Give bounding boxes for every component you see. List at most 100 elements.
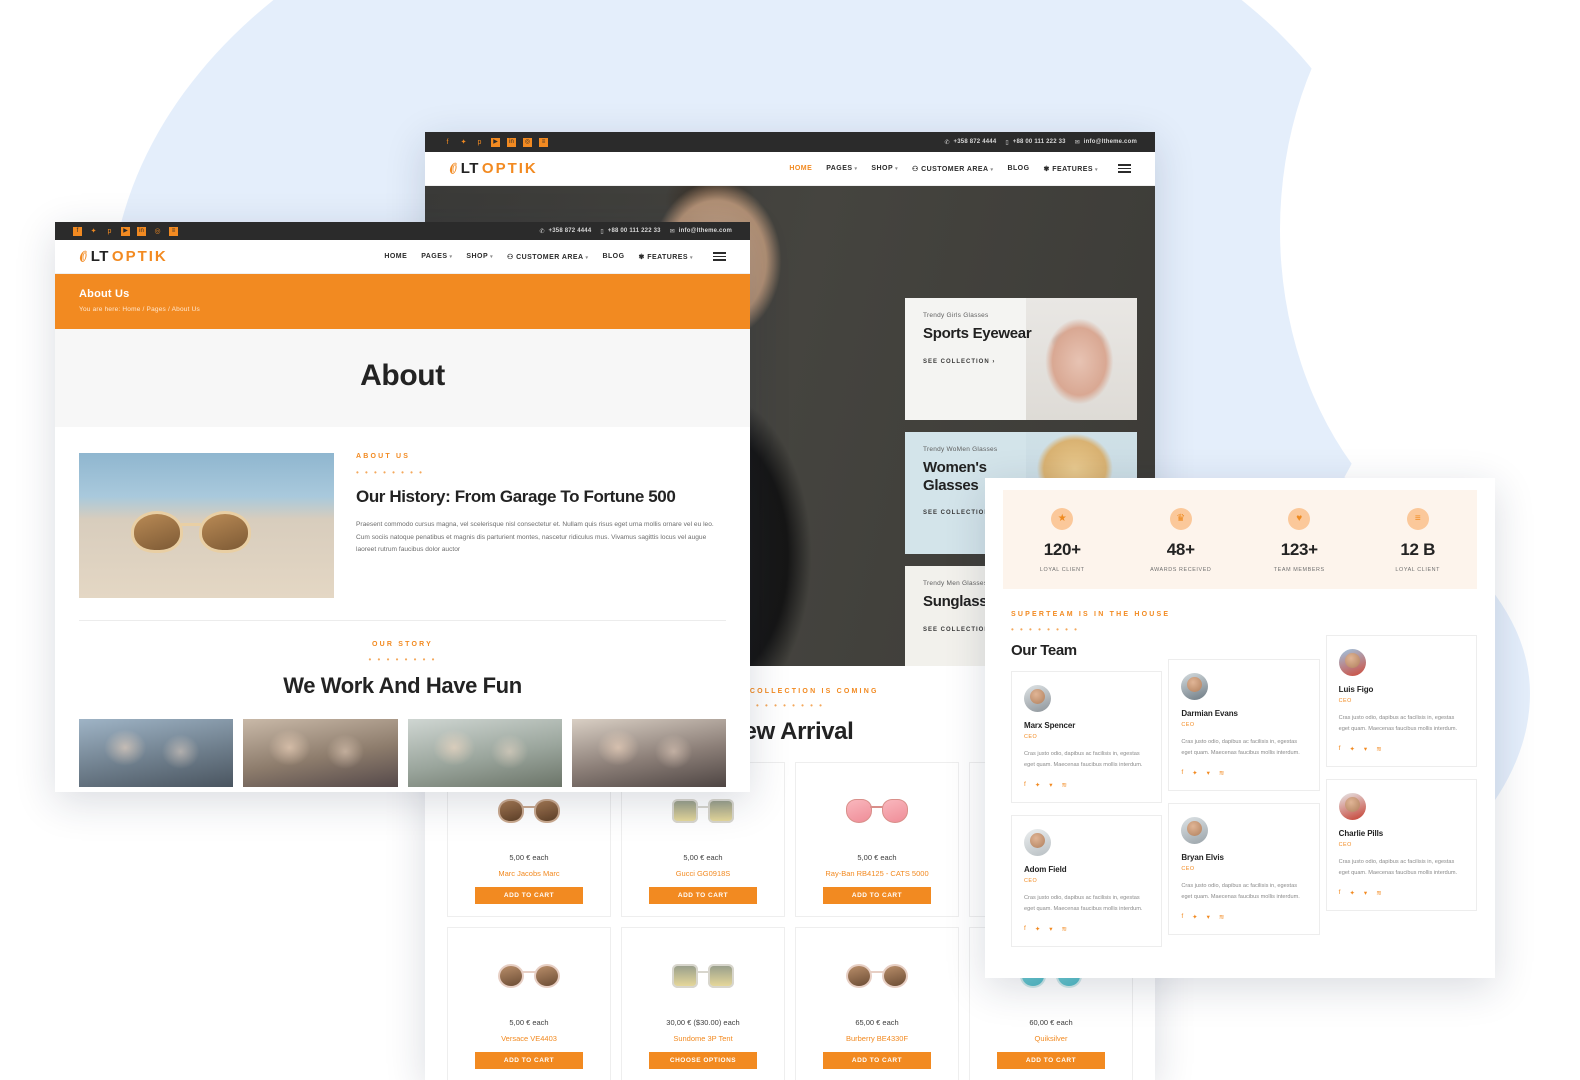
facebook-icon[interactable]: f [1339,745,1341,753]
linkedin-icon[interactable]: in [507,137,516,147]
product-price: 5,00 € each [683,853,723,862]
add-to-cart-button[interactable]: ADD TO CART [648,887,758,904]
add-to-cart-button[interactable]: ADD TO CART [474,1052,584,1069]
instagram-icon[interactable]: ◎ [523,137,532,147]
phone-secondary[interactable]: ▯ +88 00 111 222 33 [600,228,660,235]
hamburger-menu-icon[interactable] [1118,164,1131,173]
add-to-cart-button[interactable]: ADD TO CART [474,887,584,904]
product-card[interactable]: 30,00 € ($30.00) each Sundome 3P Tent CH… [621,927,785,1080]
twitter-icon[interactable]: ✦ [459,138,468,147]
product-name[interactable]: Quiksilver [978,1034,1124,1043]
facebook-icon[interactable]: f [1024,925,1026,933]
vimeo-icon[interactable]: ▾ [1049,925,1052,933]
twitter-icon[interactable]: ✦ [1349,745,1354,753]
product-card[interactable]: 5,00 € each Ray-Ban RB4125 - CATS 5000 A… [795,762,959,917]
email-link[interactable]: ✉ info@ltheme.com [1075,139,1137,146]
team-member-social[interactable]: f ✦ ▾ ≋ [1024,925,1149,933]
youtube-icon[interactable]: ▶ [491,137,500,147]
vimeo-icon[interactable]: ▾ [1364,889,1367,897]
hamburger-menu-icon[interactable] [713,252,726,261]
product-name[interactable]: Versace VE4403 [456,1034,602,1043]
vimeo-icon[interactable]: ▾ [1207,769,1210,777]
collection-card-sports[interactable]: Trendy Girls Glasses Sports Eyewear SEE … [905,298,1137,420]
nav-item-blog[interactable]: BLOG [602,253,624,260]
phone-primary[interactable]: ✆ +358 872 4444 [539,228,591,235]
vimeo-icon[interactable]: ▾ [1364,745,1367,753]
facebook-icon[interactable]: f [1181,769,1183,777]
facebook-icon[interactable]: f [1181,913,1183,921]
rss-icon[interactable]: ≡ [169,226,178,236]
product-card[interactable]: 65,00 € each Burberry BE4330F ADD TO CAR… [795,927,959,1080]
product-card[interactable]: 5,00 € each Versace VE4403 ADD TO CART [447,927,611,1080]
about-content: ABOUT US • • • • • • • • Our History: Fr… [55,427,750,598]
chevron-down-icon: ▾ [895,166,899,172]
nav-item-pages[interactable]: PAGES ▾ [421,253,452,260]
team-member-card[interactable]: Bryan Elvis CEO Cras justo odio, dapibus… [1168,802,1320,935]
team-member-card[interactable]: Adom Field CEO Cras justo odio, dapibus … [1011,814,1163,947]
phone-primary[interactable]: ✆ +358 872 4444 [944,139,996,146]
youtube-icon[interactable]: ▶ [121,226,130,236]
twitter-icon[interactable]: ✦ [89,227,98,236]
nav-item-shop[interactable]: SHOP ▾ [466,253,493,260]
team-member-card[interactable]: Marx Spencer CEO Cras justo odio, dapibu… [1011,671,1163,803]
nav-item-customer-area[interactable]: ⚇ CUSTOMER AREA ▾ [912,165,993,173]
nav-item-features[interactable]: ✾ FEATURES ▾ [1043,165,1098,173]
rss-icon[interactable]: ≋ [1062,781,1067,789]
phone-secondary[interactable]: ▯ +88 00 111 222 33 [1005,139,1065,146]
twitter-icon[interactable]: ✦ [1035,781,1040,789]
team-member-social[interactable]: f ✦ ▾ ≋ [1181,913,1306,921]
team-member-social[interactable]: f ✦ ▾ ≋ [1024,781,1149,789]
facebook-icon[interactable]: f [1024,781,1026,789]
social-links[interactable]: f ✦ p ▶ in ◎ ≡ [73,226,178,236]
nav-item-shop[interactable]: SHOP ▾ [871,165,898,172]
pinterest-icon[interactable]: p [105,227,114,236]
rss-icon[interactable]: ≋ [1376,889,1381,897]
product-name[interactable]: Sundome 3P Tent [630,1034,776,1043]
rss-icon[interactable]: ≋ [1376,745,1381,753]
nav-item-customer-area[interactable]: ⚇ CUSTOMER AREA ▾ [507,253,588,261]
social-links[interactable]: f ✦ p ▶ in ◎ ≡ [443,137,548,147]
twitter-icon[interactable]: ✦ [1035,925,1040,933]
choose-options-button[interactable]: CHOOSE OPTIONS [648,1052,758,1069]
nav-item-blog[interactable]: BLOG [1007,165,1029,172]
product-name[interactable]: Gucci GG0918S [630,869,776,878]
team-page-window[interactable]: ★ 120+ LOYAL CLIENT ♛ 48+ AWARDS RECEIVE… [985,478,1495,978]
see-collection-link[interactable]: SEE COLLECTION › [923,359,1040,365]
rss-icon[interactable]: ≋ [1062,925,1067,933]
product-name[interactable]: Burberry BE4330F [804,1034,950,1043]
breadcrumb[interactable]: You are here: Home / Pages / About Us [79,306,726,313]
team-member-social[interactable]: f ✦ ▾ ≋ [1339,745,1464,753]
team-member-card[interactable]: Luis Figo CEO Cras justo odio, dapibus a… [1325,635,1477,767]
rss-icon[interactable]: ≋ [1219,913,1224,921]
team-member-social[interactable]: f ✦ ▾ ≋ [1181,769,1306,777]
vimeo-icon[interactable]: ▾ [1049,781,1052,789]
team-member-card[interactable]: Charlie Pills CEO Cras justo odio, dapib… [1325,778,1477,911]
rss-icon[interactable]: ≋ [1219,769,1224,777]
brand-logo[interactable]: 𝒪 LT OPTIK [447,160,538,177]
pinterest-icon[interactable]: p [475,138,484,147]
facebook-icon[interactable]: f [1339,889,1341,897]
twitter-icon[interactable]: ✦ [1192,769,1197,777]
twitter-icon[interactable]: ✦ [1349,889,1354,897]
facebook-icon[interactable]: f [443,138,452,147]
vimeo-icon[interactable]: ▾ [1207,913,1210,921]
about-page-window[interactable]: f ✦ p ▶ in ◎ ≡ ✆ +358 872 4444 ▯ +88 00 … [55,222,750,792]
nav-item-home[interactable]: HOME [789,165,812,172]
brand-logo[interactable]: 𝒪 LT OPTIK [77,248,168,265]
team-member-social[interactable]: f ✦ ▾ ≋ [1339,889,1464,897]
nav-item-features[interactable]: ✾ FEATURES ▾ [638,253,693,261]
nav-item-pages[interactable]: PAGES ▾ [826,165,857,172]
product-name[interactable]: Ray-Ban RB4125 - CATS 5000 [804,869,950,878]
linkedin-icon[interactable]: in [137,226,146,236]
nav-item-home[interactable]: HOME [384,253,407,260]
team-member-card[interactable]: Darmian Evans CEO Cras justo odio, dapib… [1168,659,1320,791]
add-to-cart-button[interactable]: ADD TO CART [822,1052,932,1069]
facebook-icon[interactable]: f [73,226,82,236]
product-name[interactable]: Marc Jacobs Marc [456,869,602,878]
email-link[interactable]: ✉ info@ltheme.com [670,228,732,235]
rss-icon[interactable]: ≡ [539,137,548,147]
add-to-cart-button[interactable]: ADD TO CART [996,1052,1106,1069]
twitter-icon[interactable]: ✦ [1192,913,1197,921]
add-to-cart-button[interactable]: ADD TO CART [822,887,932,904]
instagram-icon[interactable]: ◎ [153,227,162,236]
